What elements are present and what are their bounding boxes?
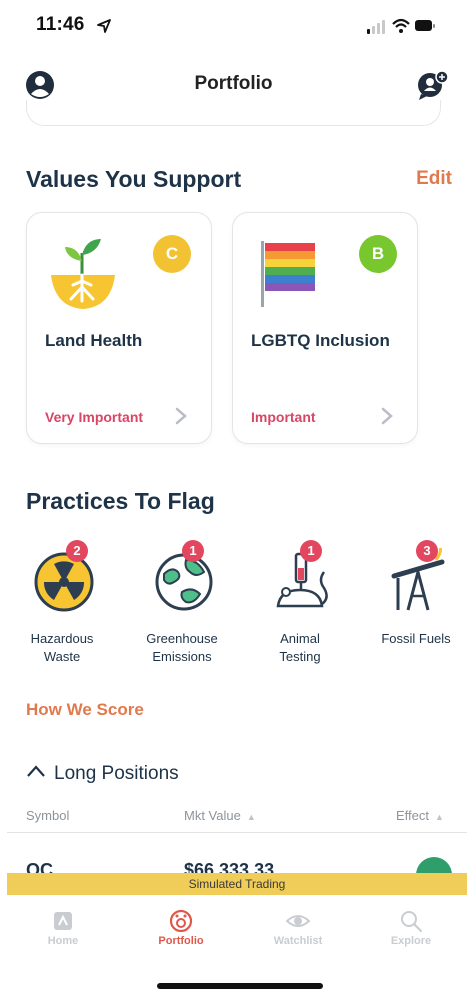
column-header-mkt-value[interactable]: Mkt Value ▲ (184, 808, 256, 823)
tab-label: Watchlist (273, 935, 323, 947)
chevron-up-icon (27, 765, 45, 777)
eye-icon (286, 915, 310, 927)
status-bar: 11:46 (0, 0, 467, 56)
long-positions-title: Long Positions (54, 763, 179, 784)
flag-count-badge: 1 (300, 540, 322, 562)
grade-badge-lgbtq-inclusion: B (359, 235, 397, 273)
tab-home[interactable]: Home (18, 909, 108, 947)
practice-label-line1: Greenhouse (146, 631, 218, 646)
practice-label: Hazardous Waste (14, 630, 110, 666)
radiation-icon (34, 552, 94, 612)
home-indicator (157, 983, 323, 989)
bottom-tab-bar: Home Portfolio Watchlist Explore (0, 895, 467, 992)
sprout-icon (51, 239, 115, 309)
column-header-effect-label: Effect (396, 808, 430, 823)
flag-count-badge: 2 (66, 540, 88, 562)
rainbow-flag-icon (261, 241, 315, 307)
practice-label: Animal Testing (252, 630, 348, 666)
value-name-land-health: Land Health (45, 331, 143, 350)
column-header-symbol-label: Symbol (26, 808, 70, 823)
status-indicators-icon (367, 18, 435, 34)
practice-label-line2: Emissions (152, 649, 212, 664)
practice-label-line1: Animal (280, 631, 320, 646)
tab-label: Portfolio (158, 935, 204, 947)
value-card-lgbtq-inclusion[interactable]: B LGBTQ Inclusion Important (232, 212, 418, 444)
grade-badge-land-health: C (153, 235, 191, 273)
sort-arrow-icon: ▲ (246, 812, 256, 822)
sort-arrow-icon: ▲ (435, 812, 444, 822)
column-header-symbol[interactable]: Symbol (26, 808, 69, 823)
chat-bubble-icon[interactable] (415, 68, 449, 102)
simulated-trading-banner: Simulated Trading (7, 873, 467, 895)
practice-label-line2: Testing (279, 649, 321, 664)
location-arrow-icon (97, 19, 111, 33)
tab-portfolio[interactable]: Portfolio (136, 909, 226, 947)
tab-label: Home (47, 935, 79, 947)
how-we-score-link[interactable]: How We Score (26, 700, 144, 720)
values-section-title: Values You Support (26, 166, 242, 192)
page-title: Portfolio (194, 73, 273, 94)
practice-label: Greenhouse Emissions (134, 630, 230, 666)
practice-label-line1: Hazardous (30, 631, 94, 646)
importance-level-land-health: Very Important (45, 409, 144, 425)
edit-values-button[interactable]: Edit (416, 168, 452, 190)
flag-count-badge: 3 (416, 540, 438, 562)
column-header-effect[interactable]: Effect ▲ (396, 808, 444, 823)
chevron-right-icon (381, 407, 393, 425)
flag-count-badge: 1 (182, 540, 204, 562)
long-positions-toggle[interactable]: Long Positions (26, 763, 179, 785)
practices-section-title: Practices To Flag (26, 488, 215, 514)
search-icon (401, 911, 423, 933)
portfolio-icon (169, 909, 193, 933)
practice-label-line1: Fossil Fuels (381, 631, 451, 646)
table-header-divider (7, 832, 467, 833)
importance-level-lgbtq-inclusion: Important (251, 409, 316, 425)
practice-label: Fossil Fuels (368, 630, 464, 648)
chevron-right-icon (175, 407, 187, 425)
previous-card-edge (26, 100, 441, 126)
tab-label: Explore (390, 935, 432, 947)
value-name-lgbtq-inclusion: LGBTQ Inclusion (251, 331, 390, 350)
home-icon (54, 912, 72, 930)
column-header-mkt-value-label: Mkt Value (184, 808, 241, 823)
tab-explore[interactable]: Explore (366, 909, 456, 947)
status-time: 11:46 (36, 14, 85, 35)
practice-label-line2: Waste (43, 649, 81, 664)
value-card-land-health[interactable]: C Land Health Very Important (26, 212, 212, 444)
tab-watchlist[interactable]: Watchlist (253, 909, 343, 947)
